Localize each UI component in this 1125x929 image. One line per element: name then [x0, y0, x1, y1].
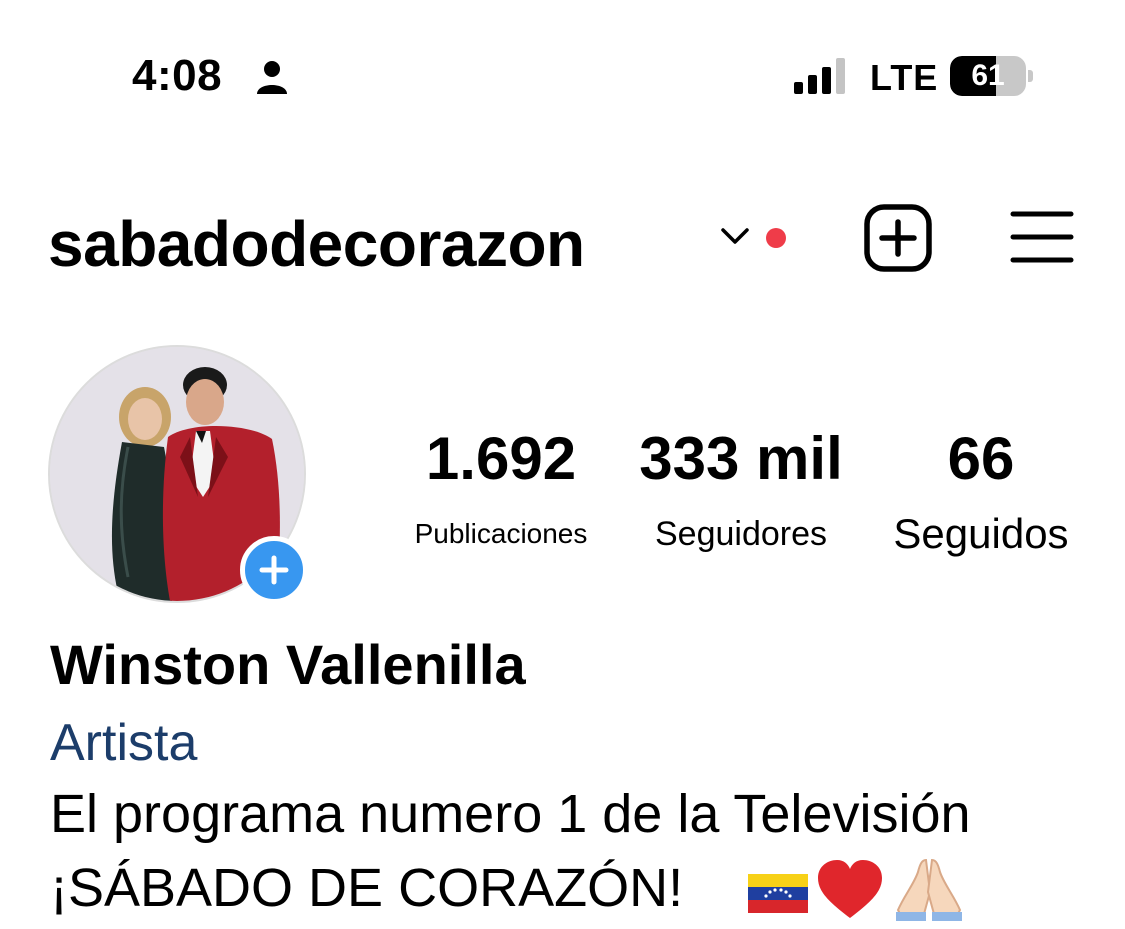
- bio-emojis: [746, 852, 976, 922]
- following-label[interactable]: Seguidos: [870, 513, 1092, 555]
- notification-dot: [766, 228, 786, 248]
- battery-cap: [1028, 70, 1033, 82]
- followers-label[interactable]: Seguidores: [628, 514, 854, 554]
- posts-label[interactable]: Publicaciones: [388, 514, 614, 554]
- signal-icon: [794, 58, 845, 94]
- add-story-button[interactable]: [240, 536, 308, 604]
- profile-category: Artista: [50, 714, 198, 772]
- red-heart-icon: [818, 860, 882, 918]
- bio-line-1: El programa numero 1 de la Televisión: [50, 784, 971, 844]
- network-type: LTE: [870, 57, 939, 98]
- battery-level: 61: [971, 59, 1005, 92]
- menu-icon[interactable]: [1010, 210, 1074, 264]
- bio-line-2: ¡SÁBADO DE CORAZÓN!: [50, 858, 684, 918]
- status-time: 4:08: [132, 51, 223, 100]
- following-count[interactable]: 66: [870, 424, 1092, 494]
- person-icon: [257, 61, 287, 94]
- account-username[interactable]: sabadodecorazon: [48, 206, 585, 282]
- posts-count[interactable]: 1.692: [396, 424, 606, 494]
- new-post-icon[interactable]: [864, 204, 932, 272]
- praying-hands-icon: [896, 858, 962, 921]
- venezuela-flag-icon: [748, 874, 808, 913]
- plus-icon: [259, 555, 289, 585]
- chevron-down-icon[interactable]: [720, 226, 750, 246]
- battery-icon: 61: [950, 56, 1036, 98]
- display-name: Winston Vallenilla: [50, 633, 526, 696]
- followers-count[interactable]: 333 mil: [628, 424, 854, 494]
